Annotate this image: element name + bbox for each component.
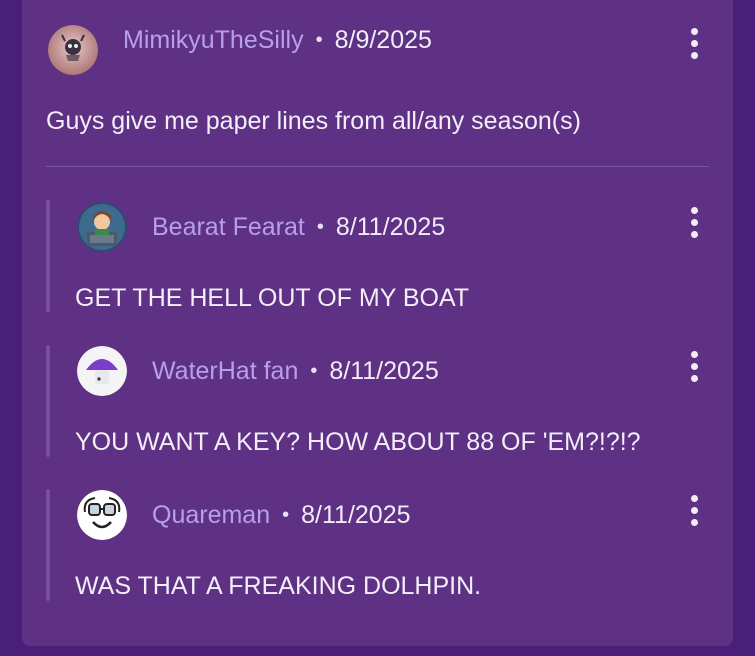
reply-text: WAS THAT A FREAKING DOLHPIN. <box>75 572 482 600</box>
kebab-menu-icon[interactable] <box>682 23 706 63</box>
reply-text: GET THE HELL OUT OF MY BOAT <box>75 284 470 312</box>
reply-date: 8/11/2025 <box>301 500 411 529</box>
reply-date: 8/11/2025 <box>335 212 446 241</box>
reply-text: YOU WANT A KEY? HOW ABOUT 88 OF 'EM?!?!? <box>75 428 641 456</box>
separator-dot: • <box>282 503 290 526</box>
post-date: 8/9/2025 <box>334 25 432 54</box>
post-text: Guys give me paper lines from all/any se… <box>46 107 581 135</box>
avatar[interactable] <box>48 25 98 75</box>
separator-dot: • <box>310 359 318 382</box>
kebab-menu-icon[interactable] <box>682 346 706 386</box>
reply-meta: WaterHat fan • 8/11/2025 <box>152 345 439 397</box>
username[interactable]: MimikyuTheSilly <box>123 26 304 55</box>
avatar[interactable] <box>77 490 127 540</box>
reply-indent-bar <box>46 345 50 457</box>
avatar[interactable] <box>77 346 127 396</box>
reply-meta: Quareman • 8/11/2025 <box>152 489 411 541</box>
reply-meta: Bearat Fearat • 8/11/2025 <box>152 201 445 253</box>
divider <box>46 166 709 167</box>
separator-dot: • <box>315 28 323 51</box>
avatar[interactable] <box>77 202 127 252</box>
post-meta: MimikyuTheSilly • 8/9/2025 <box>123 14 432 66</box>
username[interactable]: WaterHat fan <box>152 357 298 386</box>
kebab-menu-icon[interactable] <box>682 490 706 530</box>
comment-thread-card: MimikyuTheSilly • 8/9/2025 Guys give me … <box>22 0 733 646</box>
username[interactable]: Quareman <box>152 501 270 530</box>
kebab-menu-icon[interactable] <box>682 202 706 242</box>
separator-dot: • <box>316 215 324 238</box>
username[interactable]: Bearat Fearat <box>152 213 305 242</box>
reply-indent-bar <box>46 489 50 601</box>
reply-indent-bar <box>46 200 50 312</box>
reply-date: 8/11/2025 <box>329 356 439 385</box>
